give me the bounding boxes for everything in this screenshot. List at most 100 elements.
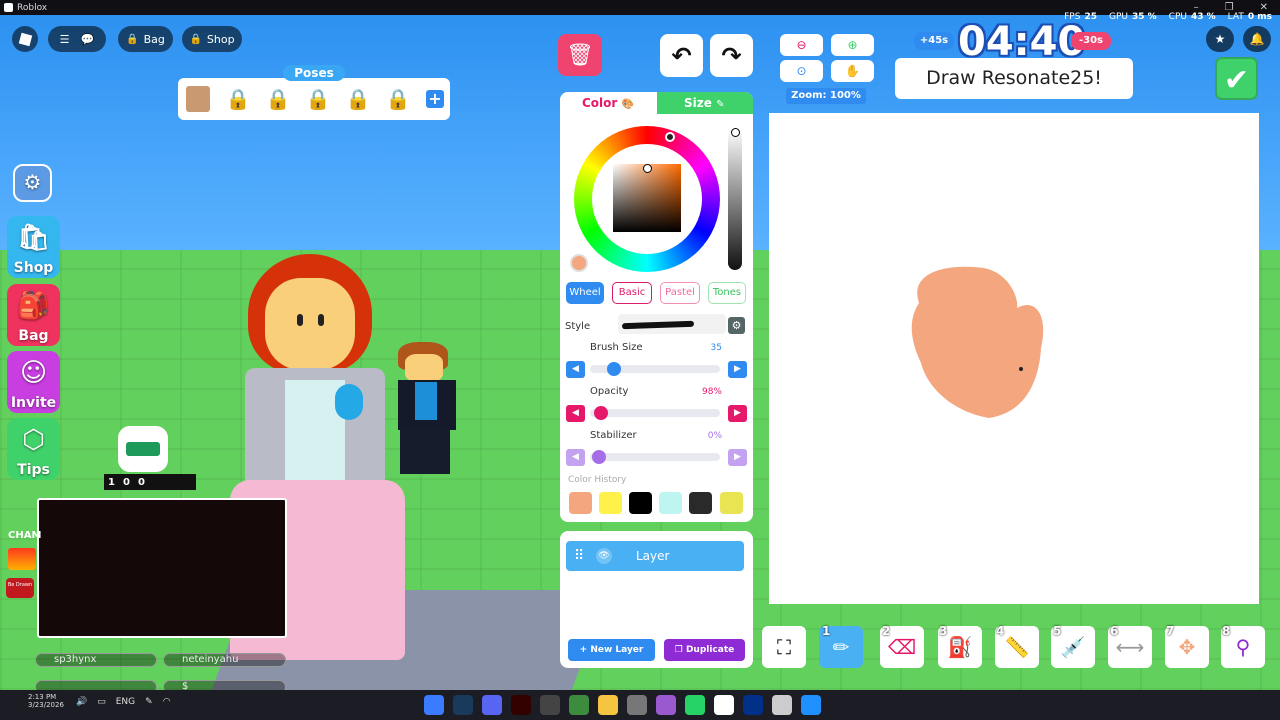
settings-button[interactable]: ⚙ [13, 164, 52, 202]
add-pose-button[interactable]: + [426, 90, 444, 108]
opacity-handle[interactable] [594, 406, 608, 420]
whatsapp-icon[interactable] [685, 695, 705, 715]
steam-app-icon[interactable] [453, 695, 473, 715]
bag-icon: 🔒 [126, 33, 139, 45]
style-settings-button[interactable]: ⚙ [728, 317, 745, 334]
hue-handle[interactable] [665, 132, 675, 142]
lock-icon: 🔒 [225, 87, 251, 111]
history-swatch[interactable] [689, 492, 712, 514]
hamburger-chat-group[interactable]: ☰ 💬 [48, 26, 106, 52]
copilot-icon[interactable] [656, 695, 676, 715]
pose-thumbnail[interactable] [186, 86, 210, 112]
star-icon: ★ [1214, 32, 1226, 46]
stabilizer-value: 0% [707, 431, 722, 441]
pen-icon[interactable]: ✎ [145, 697, 153, 707]
smiley-icon: ☺ [19, 358, 48, 388]
brush-size-increase[interactable]: ▶ [728, 361, 747, 378]
brush-size-decrease[interactable]: ◀ [566, 361, 585, 378]
drag-handle-icon[interactable]: ⠿ [574, 541, 584, 571]
side-invite-button[interactable]: ☺ Invite [7, 351, 60, 413]
system-clock[interactable]: 2:13 PM 3/23/2026 [28, 693, 64, 709]
duplicate-button[interactable]: ❐ Duplicate [664, 639, 745, 661]
history-swatch[interactable] [569, 492, 592, 514]
stabilizer-increase[interactable]: ▶ [728, 449, 747, 466]
history-swatch[interactable] [720, 492, 743, 514]
file-explorer-icon[interactable] [598, 695, 618, 715]
opacity-increase[interactable]: ▶ [728, 405, 747, 422]
mode-pastel-button[interactable]: Pastel [660, 282, 700, 304]
roblox-menu-button[interactable] [12, 26, 38, 52]
tab-color[interactable]: Color 🎨 [560, 92, 657, 114]
opacity-decrease[interactable]: ◀ [566, 405, 585, 422]
illustrator-app-icon[interactable] [511, 695, 531, 715]
playstation-icon[interactable] [743, 695, 763, 715]
brush-size-handle[interactable] [607, 362, 621, 376]
saturation-value-picker[interactable] [613, 164, 681, 232]
shopping-bag-icon: 🛍 [16, 223, 50, 253]
history-swatch[interactable] [599, 492, 622, 514]
brightness-slider[interactable] [728, 128, 742, 270]
stabilizer-handle[interactable] [592, 450, 606, 464]
clock-time: 2:13 PM [28, 693, 57, 701]
windows-start-icon[interactable] [801, 695, 821, 715]
ruler-icon: ✎ [716, 99, 725, 110]
performance-stats: FPS 25 GPU 35 % CPU 43 % LAT 0 ms [1064, 12, 1272, 22]
zoom-out-button[interactable]: ⊖ [780, 34, 823, 56]
volume-icon[interactable]: 🔊 [76, 697, 87, 707]
history-swatch[interactable] [629, 492, 652, 514]
notifications-button[interactable]: 🔔 [1243, 26, 1271, 52]
lock-icon: 🔒 [265, 87, 291, 111]
drawing-canvas[interactable] [769, 113, 1259, 604]
favorite-button[interactable]: ★ [1206, 26, 1234, 52]
tab-size[interactable]: Size ✎ [657, 92, 753, 114]
roblox-app-icon[interactable] [424, 695, 444, 715]
minecraft-app-icon[interactable] [569, 695, 589, 715]
tool-number: 5 [1053, 624, 1062, 638]
zoom-reset-button[interactable]: ⊙ [780, 60, 823, 82]
hamburger-icon[interactable]: ☰ [60, 33, 70, 46]
new-layer-button[interactable]: + New Layer [568, 639, 655, 661]
stabilizer-decrease[interactable]: ◀ [566, 449, 585, 466]
brightness-handle[interactable] [731, 128, 740, 137]
stabilizer-track[interactable] [590, 453, 720, 461]
fullscreen-button[interactable]: ⛶ [762, 626, 806, 668]
layer-item[interactable]: ⠿ 👁 Layer [566, 541, 744, 571]
chrome-icon[interactable] [714, 695, 734, 715]
zoom-indicator: Zoom: 100% [786, 88, 866, 104]
calculator-icon[interactable] [627, 695, 647, 715]
mode-tones-button[interactable]: Tones [708, 282, 746, 304]
stabilizer-label: Stabilizer [590, 430, 637, 441]
shop-button[interactable]: 🔒 Shop [182, 26, 242, 52]
remove-time-button[interactable]: -30s [1071, 32, 1111, 50]
history-swatch[interactable] [659, 492, 682, 514]
window-icon[interactable] [772, 695, 792, 715]
opacity-track[interactable] [590, 409, 720, 417]
wifi-icon[interactable]: ◠ [163, 697, 171, 707]
eye-icon[interactable]: 👁 [596, 548, 612, 564]
clock-date: 3/23/2026 [28, 701, 64, 709]
gear-icon: ⚙ [23, 170, 42, 194]
player-nameplate: sp3hynx [35, 653, 157, 667]
language-indicator[interactable]: ENG [116, 697, 135, 707]
redo-button[interactable]: ↷ [710, 34, 753, 77]
zoom-in-button[interactable]: ⊕ [831, 34, 874, 56]
side-bag-button[interactable]: 🎒 Bag [7, 284, 60, 346]
duplicate-label: Duplicate [685, 645, 735, 655]
mode-basic-button[interactable]: Basic [612, 282, 652, 304]
poses-bar: 🔒 🔒 🔒 🔒 🔒 + [178, 78, 450, 120]
drawing-prompt: Draw Resonate25! [895, 58, 1133, 99]
side-shop-button[interactable]: 🛍 Shop [7, 216, 60, 278]
add-time-button[interactable]: +45s [914, 32, 954, 50]
chat-icon[interactable]: 💬 [81, 33, 95, 46]
side-tips-button[interactable]: ⬡ Tips [7, 418, 60, 480]
obs-app-icon[interactable] [540, 695, 560, 715]
discord-app-icon[interactable] [482, 695, 502, 715]
sv-handle[interactable] [643, 164, 652, 173]
mode-wheel-button[interactable]: Wheel [566, 282, 604, 304]
undo-button[interactable]: ↶ [660, 34, 703, 77]
submit-drawing-button[interactable]: ✔ [1215, 57, 1258, 100]
bag-button[interactable]: 🔒 Bag [118, 26, 173, 52]
pan-hand-button[interactable]: ✋ [831, 60, 874, 82]
battery-icon[interactable]: ▭ [97, 697, 106, 707]
trash-button[interactable]: 🗑 [558, 34, 602, 76]
